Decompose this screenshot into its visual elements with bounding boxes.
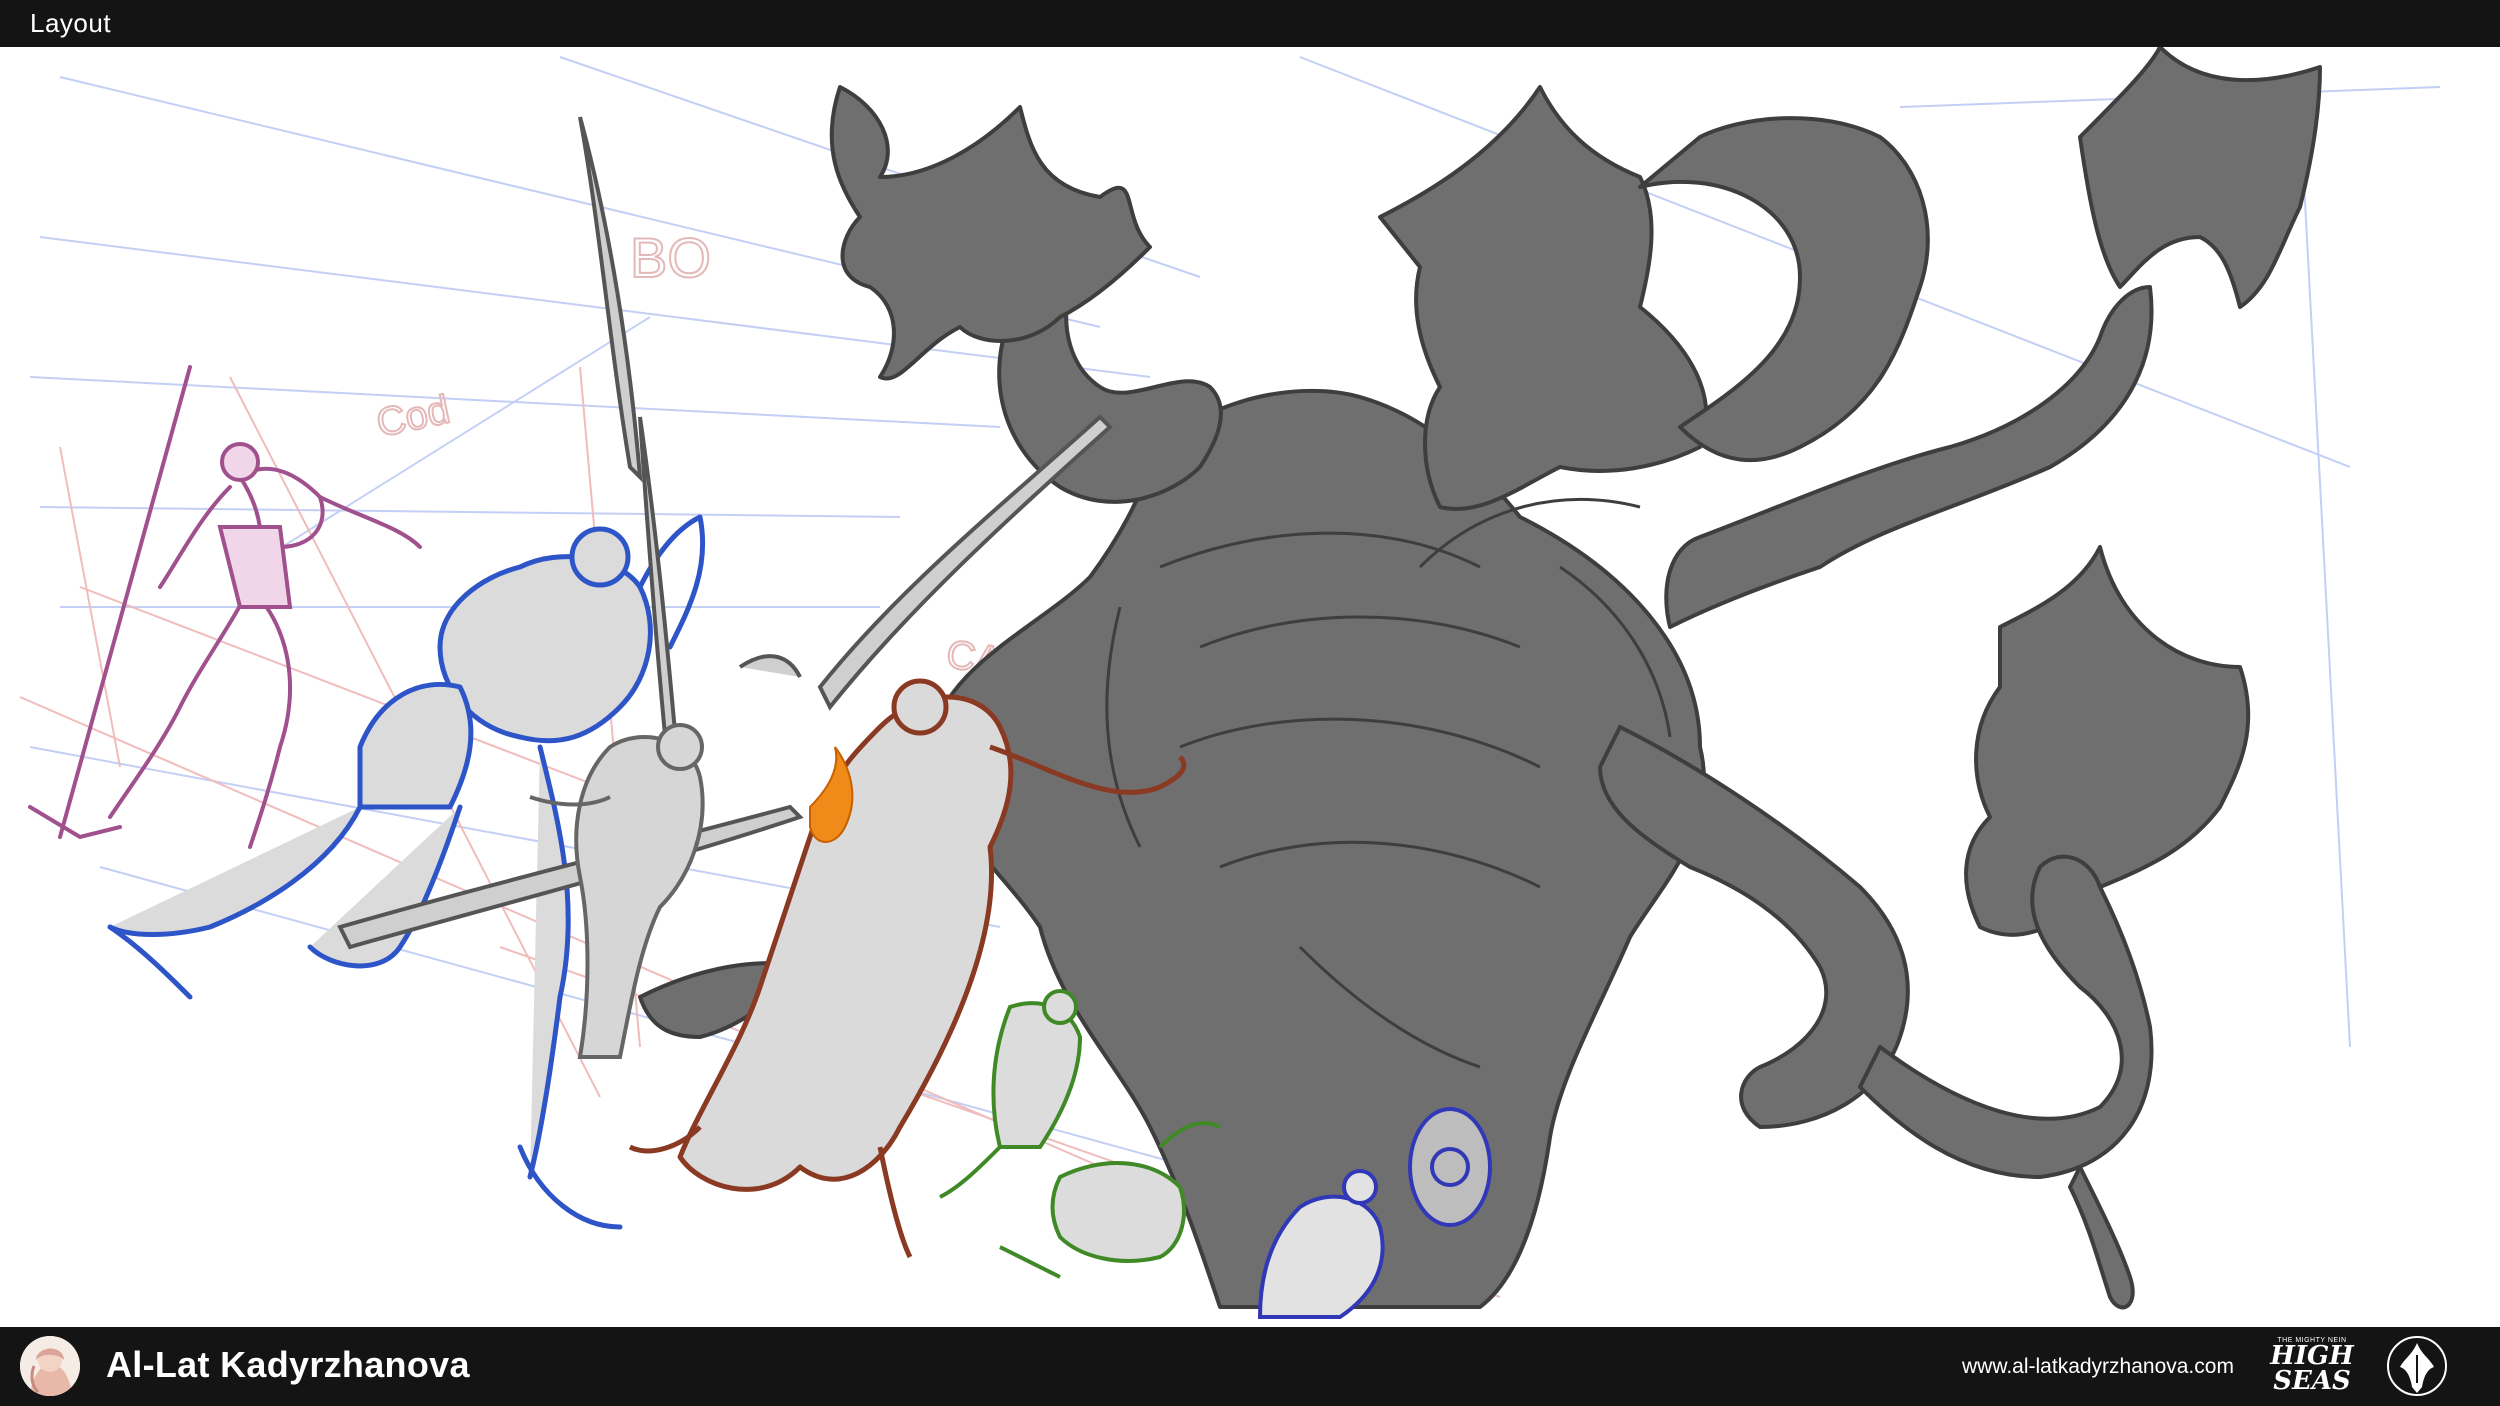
website-link[interactable]: www.al-latkadyrzhanova.com [1962, 1355, 2234, 1379]
monster-head-right-upper [2078, 47, 2322, 309]
emblem-graphic [2387, 1336, 2447, 1396]
author-name: Al-Lat Kadyrzhanova [106, 1344, 470, 1385]
monster-head-center [1378, 85, 1709, 511]
high-seas-logo: THE MIGHTY NEIN HIGH SEAS [2270, 1331, 2354, 1403]
monster-body [928, 388, 1706, 1309]
monster-tail [2068, 1165, 2135, 1310]
footer-bar: Al-Lat Kadyrzhanova www.al-latkadyrzhano… [0, 1327, 2500, 1406]
sketch-illustration: BO Cod CALEB [19, 47, 2441, 1319]
sketch-label-bo: BO [630, 226, 711, 289]
monster-head-right-lower [1964, 545, 2251, 937]
monster-head-left [829, 85, 1152, 381]
page: Layout BO Cod Al-Lat Kadyrzhanova www.al… [0, 0, 2500, 1406]
avatar-portrait [20, 1336, 80, 1396]
logo-text-seas: SEAS [2273, 1366, 2351, 1396]
sketch-canvas: BO Cod CALEB [0, 47, 2500, 1327]
title-bar: Layout [0, 0, 2500, 47]
emblem-icon [2386, 1335, 2448, 1397]
layout-title: Layout [30, 8, 112, 38]
monster-neck-lower-coil [1598, 725, 1910, 1129]
author-avatar-icon [20, 1336, 80, 1396]
